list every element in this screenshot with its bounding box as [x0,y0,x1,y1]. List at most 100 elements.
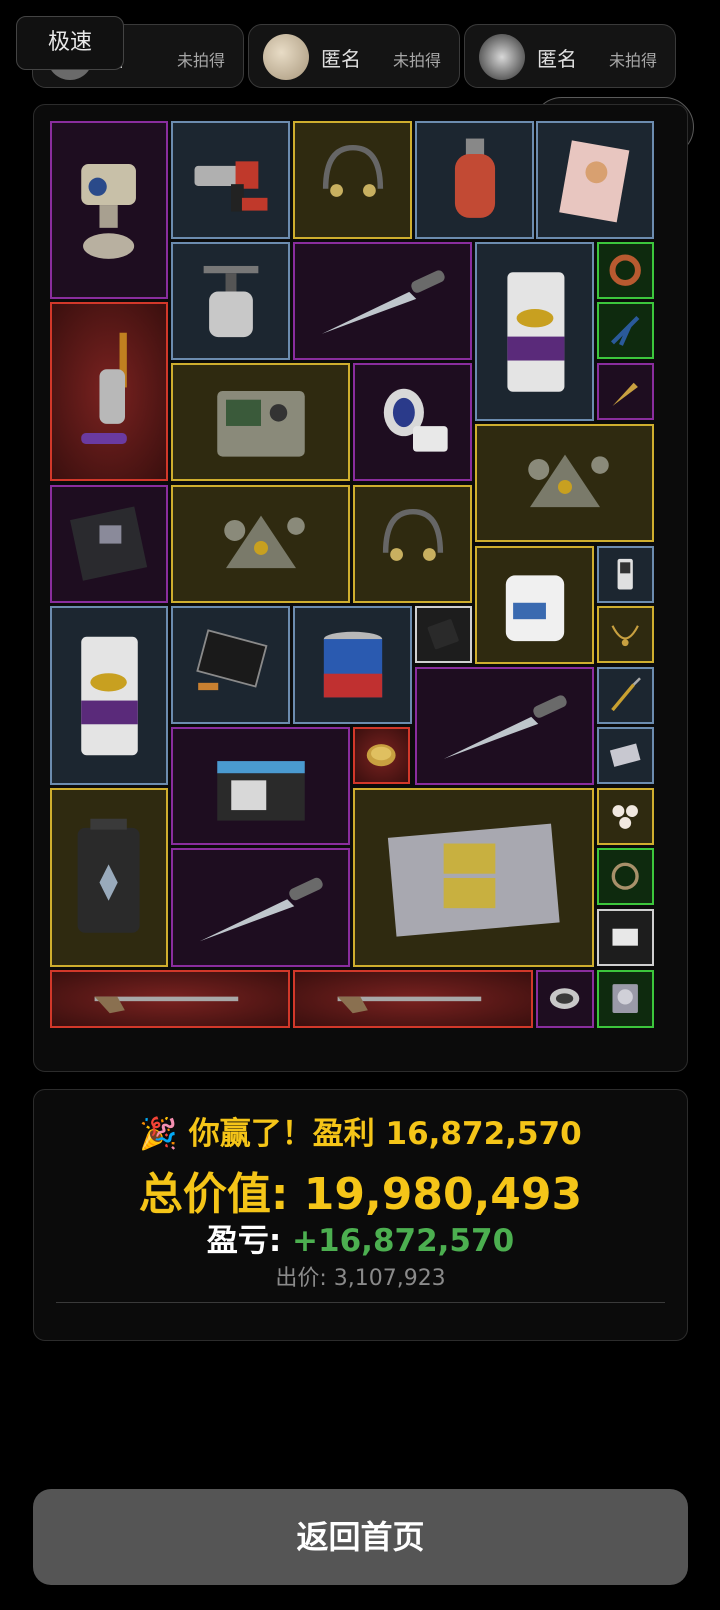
rope-icon [611,862,640,891]
item-thermal-camera[interactable] [50,121,168,299]
item-headset[interactable] [293,121,412,239]
cement-bag-icon [506,271,564,392]
caviar-tin-icon [367,744,396,767]
bid-amount: 出价: 3,107,923 [275,1266,446,1291]
item-ornate-knife[interactable] [415,667,594,785]
item-cloth[interactable] [597,909,654,966]
item-musket-2[interactable] [293,970,533,1028]
item-cement-bag-2[interactable] [50,606,168,785]
item-pearls[interactable] [597,788,654,845]
item-hammer-drill[interactable] [171,121,290,239]
item-drill-bit[interactable] [597,667,654,724]
win-text: 你赢了！盈利 16,872,570 [188,1116,582,1152]
avatar [263,34,309,80]
item-blood-pressure-monitor[interactable] [353,363,472,481]
lcd-screen-icon [195,629,267,691]
drill-bit-icon [611,677,642,712]
combat-knife-icon [199,877,323,941]
bidder-card-2: 匿名 未拍得 [248,24,460,88]
item-vacuum-cleaner[interactable] [50,302,168,481]
motherboard-icon [70,506,148,582]
bidder-status: 未拍得 [176,51,225,70]
item-caviar-tin[interactable] [353,727,410,784]
profit-loss: 盈亏: +16,872,570 [34,1215,687,1260]
car-battery-icon [216,761,305,821]
party-popper-icon: 🎉 [139,1116,178,1152]
hard-drive-icon [610,743,641,768]
triangle-keychain-icon [527,455,609,508]
item-gas-cylinder[interactable] [415,121,534,239]
item-triangle-keychain[interactable] [475,424,654,542]
item-cable-coil[interactable] [597,242,654,299]
item-hdd-disk[interactable] [597,970,654,1028]
item-radio-station[interactable] [171,363,350,481]
item-hard-drive[interactable] [597,727,654,784]
triangle-keychain-icon [223,516,305,569]
item-small-knife[interactable] [597,363,654,420]
screwdriver-set-icon [427,619,460,650]
headset-icon [382,509,443,562]
item-car-battery[interactable] [171,727,350,845]
total-amount: 19,980,493 [303,1169,583,1220]
item-headset-2[interactable] [353,485,472,603]
item-magazine[interactable] [536,121,654,239]
cement-bag-icon [81,636,139,755]
item-jerrycan[interactable] [475,546,594,664]
headset-icon [322,145,383,198]
item-lcd-screen[interactable] [171,606,290,724]
item-combat-knife[interactable] [293,242,472,360]
blood-pressure-monitor-icon [383,389,448,453]
item-cement-bag[interactable] [475,242,594,421]
bidder-status: 未拍得 [608,51,657,70]
necklace-icon [611,625,640,647]
total-label: 总价值: [138,1169,289,1220]
jerrycan-icon [505,575,564,642]
item-triangle-keychain-2[interactable] [171,485,350,603]
magazine-icon [559,140,630,223]
item-mp3-player[interactable] [597,546,654,603]
item-camp-stove[interactable] [171,242,290,360]
musket-icon [94,996,239,1014]
item-motherboard[interactable] [50,485,168,603]
item-paint-can[interactable] [293,606,412,724]
item-rope[interactable] [597,848,654,905]
musket-icon [337,996,482,1014]
vacuum-cleaner-icon [81,332,128,444]
item-combat-knife-2[interactable] [171,848,350,967]
bidder-name: 匿名 [321,47,361,71]
camp-stove-icon [203,266,258,338]
result-panel: 🎉 你赢了！盈利 16,872,570 总价值: 19,980,493 盈亏: … [33,1089,688,1341]
cloth-icon [612,929,639,946]
hdd-disk-icon [612,984,639,1014]
pocket-watch-icon [550,988,580,1010]
item-power-station[interactable] [50,788,168,967]
item-screwdriver-set[interactable] [415,606,472,663]
return-home-button[interactable]: 返回首页 [33,1489,688,1585]
item-server-rack[interactable] [353,788,594,967]
small-knife-icon [612,383,639,407]
bidder-card-3: 匿名 未拍得 [464,24,676,88]
combat-knife-icon [321,270,445,335]
mp3-player-icon [617,559,634,590]
bidder-name: 匿名 [537,47,577,71]
pl-label: 盈亏: [206,1223,282,1259]
server-rack-icon [387,823,560,937]
hammer-drill-icon [194,161,267,212]
total-value: 总价值: 19,980,493 [34,1158,687,1222]
win-message: 🎉 你赢了！盈利 16,872,570 [34,1108,687,1153]
pliers-icon [611,316,640,347]
bidder-status: 未拍得 [392,51,441,70]
power-station-icon [77,818,141,933]
item-grid [33,104,688,1072]
item-jewel-necklace[interactable] [597,606,654,663]
speed-mode-button[interactable]: 极速 [16,16,124,70]
pearls-icon [612,805,639,830]
radio-station-icon [216,391,305,457]
pl-amount: +16,872,570 [292,1223,515,1259]
paint-can-icon [323,632,382,698]
item-musket[interactable] [50,970,290,1028]
item-pocket-watch[interactable] [536,970,594,1028]
ornate-knife-icon [443,695,567,760]
divider [56,1302,665,1303]
item-pliers[interactable] [597,302,654,359]
